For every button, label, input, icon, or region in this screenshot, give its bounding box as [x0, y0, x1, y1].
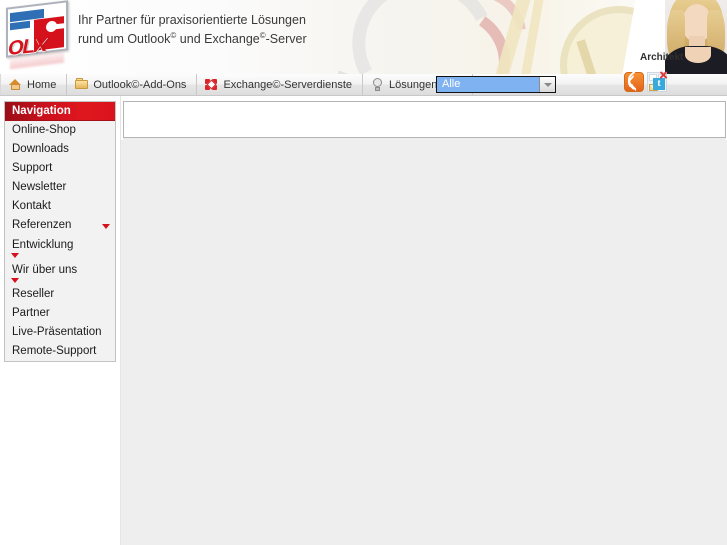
chevron-down-icon[interactable]	[102, 224, 110, 229]
category-select[interactable]: Alle	[436, 76, 556, 93]
tagline-line-2: rund um Outlook© und Exchange©-Server	[78, 28, 307, 47]
sidebar-item-wir-ueber-uns[interactable]: Wir über uns	[5, 260, 115, 285]
tagline-and: und Exchange	[176, 32, 260, 47]
tab-exchange-serverdienste[interactable]: Exchange©-Serverdienste	[197, 74, 363, 95]
sidebar-item-support[interactable]: Support	[5, 159, 115, 178]
content-panel	[123, 101, 726, 138]
page-root: OLX Ihr Partner für praxisorientierte Lö…	[0, 0, 727, 545]
sidebar-item-online-shop[interactable]: Online-Shop	[5, 121, 115, 140]
folder-icon	[75, 78, 89, 91]
exchange-icon	[205, 78, 218, 91]
main-content-area	[120, 96, 727, 545]
sidebar-item-reseller[interactable]: Reseller	[5, 285, 115, 304]
sidebar-item-referenzen[interactable]: Referenzen	[5, 216, 115, 235]
header-tagline: Ihr Partner für praxisorientierte Lösung…	[78, 12, 307, 47]
lightbulb-icon	[371, 78, 384, 91]
sidebar-item-downloads[interactable]: Downloads	[5, 140, 115, 159]
chevron-down-icon[interactable]	[539, 77, 555, 92]
sidebar-item-kontakt[interactable]: Kontakt	[5, 197, 115, 216]
tab-home-label: Home	[27, 78, 57, 91]
sidebar-item-label: Wir über uns	[12, 264, 78, 276]
sidebar-item-live-praesentation[interactable]: Live-Präsentation	[5, 323, 115, 342]
tab-outlook-add-ons[interactable]: Outlook©-Add-Ons	[67, 74, 198, 95]
sidebar-item-label: Kontakt	[12, 200, 51, 212]
tagline-line-1: Ihr Partner für praxisorientierte Lösung…	[78, 13, 306, 27]
home-icon	[9, 78, 22, 91]
category-select-value: Alle	[437, 77, 539, 92]
site-header: OLX Ihr Partner für praxisorientierte Lö…	[0, 0, 727, 74]
tagline-outlook: rund um Outlook	[78, 32, 171, 47]
exchange-x-icon	[658, 70, 668, 80]
sidebar-item-label: Support	[12, 162, 53, 174]
chevron-down-icon[interactable]	[11, 278, 19, 283]
sidebar-item-label: Remote-Support	[12, 345, 97, 357]
tab-list: Home Outlook©-Add-Ons Exchange©-Serverdi…	[0, 74, 473, 95]
olx-logo[interactable]: OLX	[4, 0, 74, 70]
sidebar-item-newsletter[interactable]: Newsletter	[5, 178, 115, 197]
sidebar-item-label: Partner	[12, 307, 50, 319]
page-body: Navigation Online-Shop Downloads Support…	[0, 96, 727, 545]
twitter-icon[interactable]: t	[647, 70, 668, 92]
social-icons: t	[624, 68, 668, 92]
sidebar-item-partner[interactable]: Partner	[5, 304, 115, 323]
tagline-server: -Server	[265, 32, 307, 47]
sidebar-item-label: Referenzen	[12, 219, 72, 231]
sidebar-item-entwicklung[interactable]: Entwicklung	[5, 235, 115, 260]
tab-exchange-serverdienste-label: Exchange©-Serverdienste	[223, 78, 352, 91]
photo-neckline	[685, 47, 711, 63]
sidebar-item-label: Live-Präsentation	[12, 326, 102, 338]
sidebar-item-label: Newsletter	[12, 181, 67, 193]
architekt-label: Architekt	[640, 52, 684, 63]
main-navigation-bar: Home Outlook©-Add-Ons Exchange©-Serverdi…	[0, 74, 727, 96]
sidebar-item-label: Entwicklung	[12, 239, 74, 251]
chevron-down-icon[interactable]	[11, 253, 19, 258]
tab-home[interactable]: Home	[0, 74, 68, 95]
sidebar-title: Navigation	[5, 102, 115, 121]
rss-arc-outer	[624, 68, 648, 92]
rss-icon[interactable]	[624, 68, 648, 92]
sidebar-item-label: Online-Shop	[12, 124, 76, 136]
sidebar-navigation: Navigation Online-Shop Downloads Support…	[4, 101, 116, 362]
sidebar-item-remote-support[interactable]: Remote-Support	[5, 342, 115, 361]
content-body	[123, 140, 727, 545]
sidebar-item-label: Reseller	[12, 288, 55, 300]
tab-outlook-add-ons-label: Outlook©-Add-Ons	[93, 78, 187, 91]
sidebar-item-label: Downloads	[12, 143, 69, 155]
